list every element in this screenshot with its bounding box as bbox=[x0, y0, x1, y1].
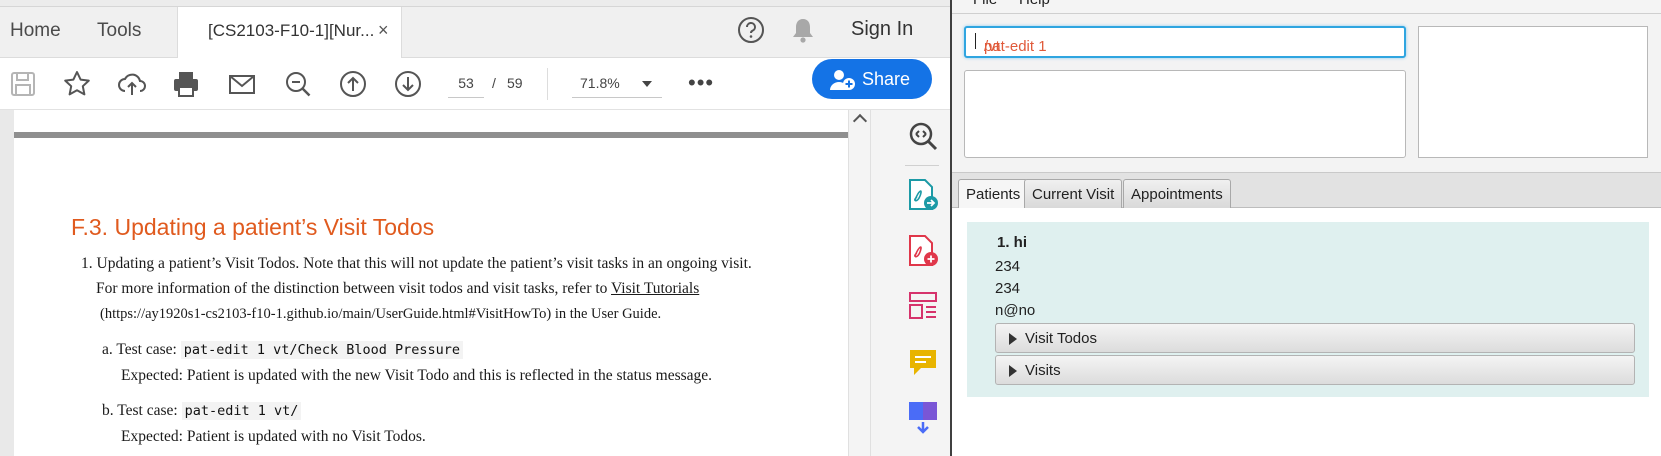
expected-result-text: Expected: Patient is updated with no Vis… bbox=[121, 428, 426, 445]
test-case-a: a. Test case: pat-edit 1 vt/Check Blood … bbox=[102, 341, 464, 359]
app-tab-strip: Patients Current Visit Appointments bbox=[952, 172, 1661, 210]
toolbar-divider bbox=[547, 68, 548, 100]
patient-phone: 234 bbox=[995, 258, 1021, 275]
more-options-icon[interactable]: ••• bbox=[688, 72, 714, 94]
organize-pages-icon[interactable] bbox=[907, 290, 939, 324]
print-icon[interactable] bbox=[171, 69, 201, 99]
comment-icon[interactable] bbox=[907, 347, 939, 381]
add-user-icon bbox=[830, 70, 855, 90]
cloud-upload-icon[interactable] bbox=[117, 69, 147, 99]
menu-tools[interactable]: Tools bbox=[97, 20, 141, 42]
previous-page-icon[interactable] bbox=[338, 69, 368, 99]
tab-appointments[interactable]: Appointments bbox=[1123, 179, 1231, 209]
document-viewport[interactable]: F.3. Updating a patient’s Visit Todos 1.… bbox=[0, 110, 870, 456]
save-icon[interactable] bbox=[8, 69, 38, 99]
page-total: 59 bbox=[507, 75, 523, 91]
patient-email: n@no bbox=[995, 302, 1036, 319]
tab-current-visit[interactable]: Current Visit bbox=[1024, 179, 1123, 209]
panel-divider bbox=[905, 165, 939, 166]
zoom-search-icon[interactable] bbox=[283, 69, 313, 99]
zoom-tool-icon[interactable] bbox=[907, 120, 939, 154]
patient-app-window: File Help pat-edit 1 /vt Patients Curren… bbox=[950, 0, 1661, 456]
visits-expander[interactable]: Visits bbox=[995, 355, 1635, 385]
page-horizontal-rule bbox=[14, 132, 848, 138]
app-menubar: File Help bbox=[952, 0, 1661, 14]
bookmark-star-icon[interactable] bbox=[62, 69, 92, 99]
section-heading: F.3. Updating a patient’s Visit Todos bbox=[71, 214, 435, 240]
patients-list-panel: 1. hi 234 234 n@no Visit Todos Visits bbox=[952, 208, 1661, 456]
patient-address: 234 bbox=[995, 280, 1021, 297]
scroll-up-arrow-icon[interactable] bbox=[852, 113, 868, 129]
chevron-down-icon bbox=[642, 81, 652, 87]
notification-bell-icon[interactable] bbox=[790, 16, 816, 44]
command-input[interactable]: pat-edit 1 /vt bbox=[964, 26, 1406, 58]
document-tab[interactable]: [CS2103-F10-1][Nur... × bbox=[177, 7, 402, 58]
patient-card[interactable]: 1. hi 234 234 n@no Visit Todos Visits bbox=[967, 222, 1649, 397]
tab-patients[interactable]: Patients bbox=[958, 179, 1029, 210]
create-pdf-icon[interactable] bbox=[907, 234, 939, 268]
list-item-line: For more information of the distinction … bbox=[96, 280, 699, 298]
side-display-panel bbox=[1418, 26, 1648, 158]
command-text-after-caret: /vt bbox=[984, 38, 1000, 55]
visit-tutorials-link[interactable]: Visit Tutorials bbox=[611, 280, 699, 297]
share-label: Share bbox=[862, 69, 911, 89]
code-snippet: pat-edit 1 vt/ bbox=[181, 402, 302, 420]
test-case-label: a. Test case: bbox=[102, 341, 181, 358]
page-number-input[interactable]: 53 bbox=[448, 68, 484, 98]
expander-label: Visits bbox=[1025, 362, 1061, 379]
text-caret bbox=[975, 33, 976, 49]
pdf-reader-window: Home Tools [CS2103-F10-1][Nur... × Sign … bbox=[0, 0, 950, 456]
close-tab-icon[interactable]: × bbox=[378, 20, 389, 41]
window-top-strip bbox=[0, 0, 950, 7]
expected-result-text: Expected: Patient is updated with the ne… bbox=[121, 367, 713, 384]
tools-side-panel bbox=[870, 110, 950, 456]
page-separator: / bbox=[492, 75, 496, 91]
share-button[interactable]: Share bbox=[812, 59, 932, 99]
command-text: pat-edit 1 /vt bbox=[975, 33, 1047, 55]
next-page-icon[interactable] bbox=[393, 69, 423, 99]
combine-files-icon[interactable] bbox=[907, 400, 939, 434]
patient-name: 1. hi bbox=[997, 234, 1028, 251]
list-item-text: For more information of the distinction … bbox=[96, 280, 612, 297]
pdf-page: F.3. Updating a patient’s Visit Todos 1.… bbox=[14, 110, 848, 456]
test-case-b: b. Test case: pat-edit 1 vt/ bbox=[102, 402, 302, 420]
document-tab-title: [CS2103-F10-1][Nur... bbox=[208, 21, 375, 40]
list-item-line: 1. Updating a patient’s Visit Todos. Not… bbox=[81, 255, 752, 272]
visit-todos-expander[interactable]: Visit Todos bbox=[995, 323, 1635, 353]
chevron-right-icon bbox=[1009, 365, 1017, 377]
url-reference-text: (https://ay1920s1-cs2103-f10-1.github.io… bbox=[100, 306, 662, 322]
vertical-scrollbar[interactable] bbox=[848, 110, 870, 456]
test-case-label: b. Test case: bbox=[102, 402, 182, 419]
help-icon[interactable] bbox=[737, 16, 765, 44]
result-display[interactable] bbox=[964, 70, 1406, 158]
code-snippet: pat-edit 1 vt/Check Blood Pressure bbox=[180, 341, 464, 359]
menu-file[interactable]: File bbox=[973, 0, 997, 8]
export-pdf-icon[interactable] bbox=[907, 178, 939, 212]
zoom-dropdown[interactable]: 71.8% bbox=[572, 68, 662, 98]
chevron-right-icon bbox=[1009, 333, 1017, 345]
expander-label: Visit Todos bbox=[1025, 330, 1097, 347]
zoom-value: 71.8% bbox=[580, 75, 620, 91]
reader-toolbar: 53 / 59 71.8% ••• bbox=[0, 58, 950, 110]
email-icon[interactable] bbox=[227, 69, 257, 99]
menu-home[interactable]: Home bbox=[10, 20, 61, 42]
menu-help[interactable]: Help bbox=[1019, 0, 1050, 8]
sign-in-link[interactable]: Sign In bbox=[851, 18, 913, 41]
